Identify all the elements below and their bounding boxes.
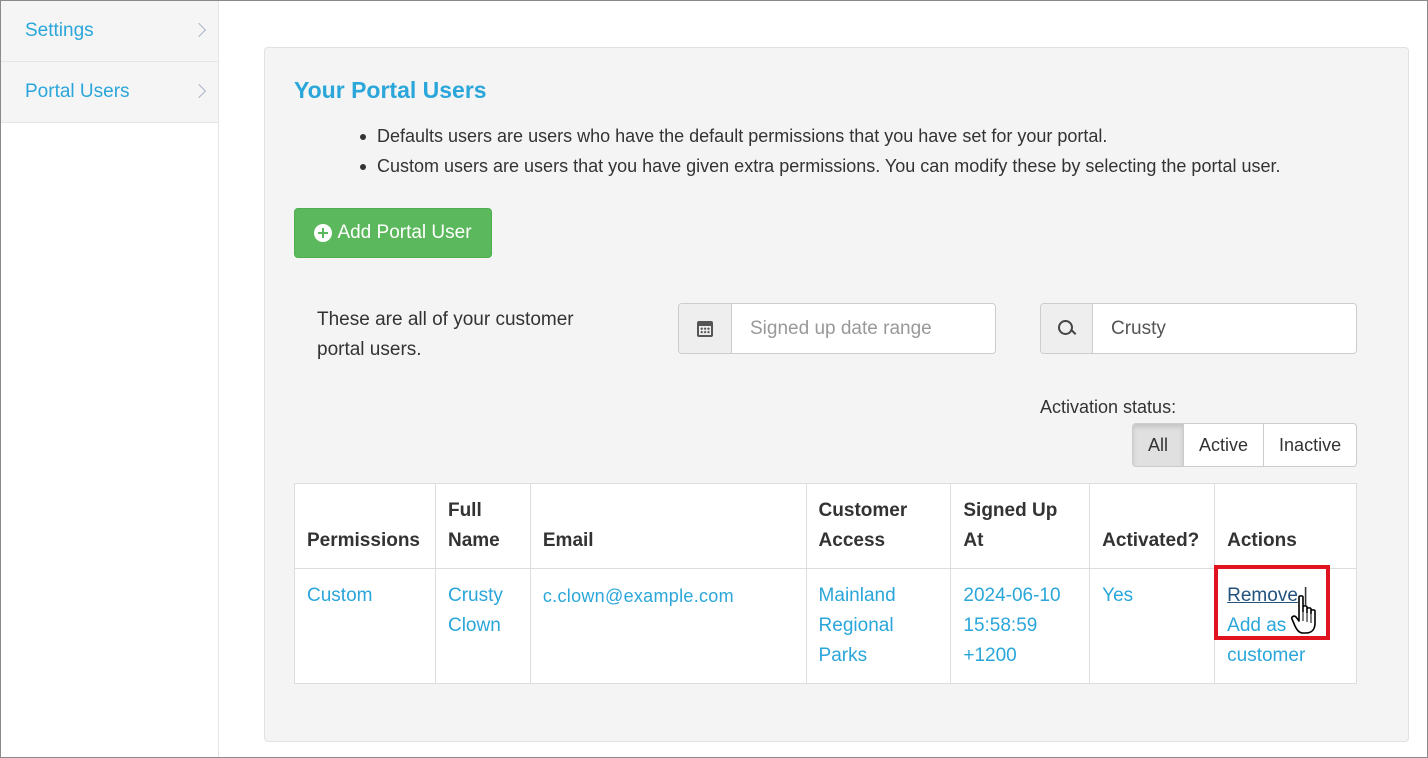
cell-full-name: Crusty Clown (434, 568, 531, 684)
signed-up-at-value[interactable]: 2024-06-10 15:58:59 +1200 (963, 585, 1060, 666)
cell-permissions: Custom (294, 568, 436, 684)
cell-customer-access: Mainland Regional Parks (805, 568, 952, 684)
sidebar-item-label: Settings (25, 20, 94, 41)
action-separator: | (1303, 585, 1309, 606)
calendar-addon[interactable] (679, 304, 732, 353)
calendar-icon (697, 320, 713, 337)
column-header-permissions[interactable]: Permissions (294, 483, 436, 569)
search-addon[interactable] (1041, 304, 1093, 353)
portal-users-panel: Your Portal Users Defaults users are use… (264, 47, 1409, 742)
search-input[interactable] (1093, 304, 1356, 353)
full-name-link[interactable]: Crusty Clown (448, 585, 503, 636)
column-header-customer-access[interactable]: Customer Access (805, 483, 952, 569)
remove-link[interactable]: Remove (1227, 585, 1298, 606)
add-portal-user-button[interactable]: Add Portal User (294, 208, 492, 258)
activation-status-label: Activation status: (1040, 397, 1177, 417)
activation-status-toggle: All Active Inactive (1132, 423, 1358, 467)
cell-signed-up-at: 2024-06-10 15:58:59 +1200 (950, 568, 1091, 684)
table-row[interactable]: Custom Crusty Clown c.clown@example.com … (294, 568, 1357, 684)
filter-all-button[interactable]: All (1133, 424, 1185, 466)
date-range-input[interactable] (732, 304, 995, 353)
portal-users-table: Permissions Full Name Email Customer Acc… (294, 483, 1357, 684)
table-header-row: Permissions Full Name Email Customer Acc… (294, 483, 1357, 569)
customer-access-link[interactable]: Mainland Regional Parks (819, 585, 896, 666)
info-list: Defaults users are users who have the de… (359, 121, 1280, 181)
column-header-signed-up-at[interactable]: Signed Up At (950, 483, 1091, 569)
activated-value[interactable]: Yes (1102, 585, 1133, 606)
add-portal-user-label: Add Portal User (337, 222, 472, 243)
chevron-right-icon (191, 83, 207, 99)
filter-active-button[interactable]: Active (1184, 424, 1265, 466)
search-filter (1040, 303, 1357, 354)
column-header-full-name[interactable]: Full Name (434, 483, 531, 569)
sidebar-item-portal-users[interactable]: Portal Users (1, 62, 218, 123)
table-description: These are all of your customer portal us… (317, 309, 574, 360)
permissions-link[interactable]: Custom (307, 585, 372, 606)
cell-activated: Yes (1089, 568, 1216, 684)
filter-inactive-button[interactable]: Inactive (1264, 424, 1356, 466)
chevron-right-icon (191, 22, 207, 38)
sidebar-item-settings[interactable]: Settings (1, 1, 218, 62)
info-bullet-default-users: Defaults users are users who have the de… (359, 121, 1280, 151)
cell-email: c.clown@example.com (529, 568, 807, 684)
sidebar: Settings Portal Users (1, 1, 219, 757)
page-title: Your Portal Users (294, 77, 487, 103)
email-link[interactable]: c.clown@example.com (543, 586, 734, 606)
info-bullet-custom-users: Custom users are users that you have giv… (359, 151, 1280, 181)
cell-actions: Remove | Add as customer (1214, 568, 1357, 684)
add-as-customer-link[interactable]: Add as customer (1227, 615, 1305, 666)
column-header-email[interactable]: Email (529, 483, 807, 569)
date-range-filter (678, 303, 996, 354)
column-header-actions: Actions (1214, 483, 1357, 569)
plus-circle-icon (314, 224, 333, 242)
sidebar-item-label: Portal Users (25, 81, 130, 102)
column-header-activated[interactable]: Activated? (1089, 483, 1216, 569)
search-icon (1057, 319, 1076, 338)
